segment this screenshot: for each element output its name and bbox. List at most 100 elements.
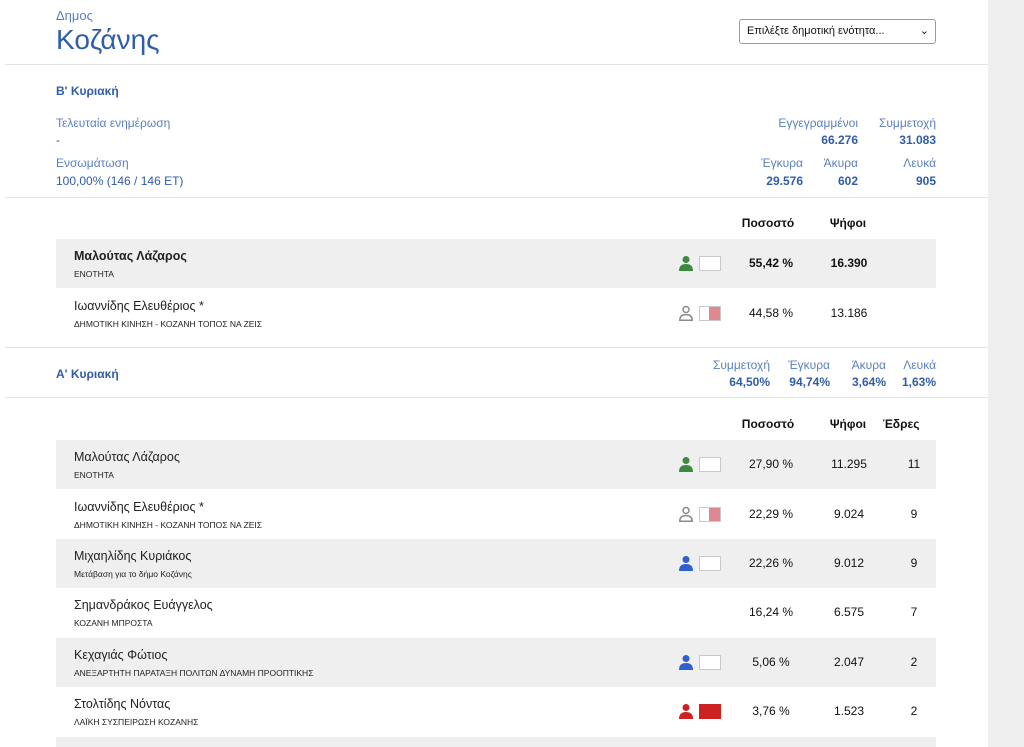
seats-value: 2 <box>910 704 918 718</box>
candidate-name: Σημανδράκος Ευάγγελος <box>74 598 213 612</box>
party-name: ΕΝΟΤΗΤΑ <box>74 269 114 279</box>
person-blue-icon <box>679 556 693 571</box>
party-color-swatch <box>699 655 721 670</box>
turnout-label: Συμμετοχή <box>878 116 936 130</box>
results-page: Δημος Κοζάνης Επιλέξτε δημοτική ενότητα.… <box>0 0 988 747</box>
municipality-label: Δημος <box>56 8 93 23</box>
candidate-name: Μιχαηλίδης Κυριάκος <box>74 549 192 563</box>
turnout-value: 31.083 <box>899 133 936 147</box>
invalid-value: 602 <box>837 174 858 188</box>
candidate-name: Ιωαννίδης Ελευθέριος * <box>74 500 204 514</box>
integration-label: Ενσωμάτωση <box>56 156 129 170</box>
person-outline-icon <box>679 305 693 321</box>
votes-value: 16.390 <box>830 256 868 270</box>
unit-select-value: Επιλέξτε δημοτική ενότητα... <box>747 25 885 37</box>
seats-value: 2 <box>910 655 918 669</box>
a-invalid-value: 3,64% <box>851 375 886 389</box>
scrollbar-track[interactable] <box>988 0 1024 747</box>
integration-value: 100,00% (146 / 146 ΕΤ) <box>56 174 184 188</box>
percent-value: 44,58 % <box>748 306 794 320</box>
candidate-row[interactable]: Στολτίδης Νόντας ΛΑΪΚΗ ΣΥΣΠΕΙΡΩΣΗ ΚΟΖΑΝΗ… <box>56 687 936 736</box>
valid-label: Έγκυρα <box>761 156 803 170</box>
candidate-row[interactable] <box>56 737 936 747</box>
party-name: ΑΝΕΞΑΡΤΗΤΗ ΠΑΡΑΤΑΞΗ ΠΟΛΙΤΩΝ ΔΥΝΑΜΗ ΠΡΟΟΠ… <box>74 668 314 678</box>
candidate-row[interactable]: Ιωαννίδης Ελευθέριος * ΔΗΜΟΤΙΚΗ ΚΙΝΗΣΗ -… <box>56 490 936 539</box>
person-outline-icon <box>679 506 693 522</box>
a-turnout-value: 64,50% <box>729 375 770 389</box>
blank-value: 905 <box>915 174 936 188</box>
divider <box>5 64 988 65</box>
party-color-swatch <box>699 457 721 472</box>
a-col-votes-header: Ψήφοι <box>829 417 867 431</box>
registered-value: 66.276 <box>821 133 858 147</box>
party-name: ΔΗΜΟΤΙΚΗ ΚΙΝΗΣΗ - ΚΟΖΑΝΗ ΤΟΠΟΣ ΝΑ ΖΕΙΣ <box>74 520 263 530</box>
seats-value: 9 <box>910 507 918 521</box>
votes-value: 2.047 <box>833 655 865 669</box>
invalid-label: Άκυρα <box>823 156 858 170</box>
votes-value: 6.575 <box>833 605 865 619</box>
percent-value: 22,26 % <box>748 556 794 570</box>
blank-label: Λευκά <box>903 156 936 170</box>
candidate-name: Κεχαγιάς Φώτιος <box>74 648 168 662</box>
party-color-swatch <box>699 704 721 719</box>
percent-value: 27,90 % <box>748 457 794 471</box>
votes-value: 1.523 <box>833 704 865 718</box>
a-col-percent-header: Ποσοστό <box>741 417 795 431</box>
unit-select[interactable]: Επιλέξτε δημοτική ενότητα... ⌄ <box>739 19 936 44</box>
percent-value: 22,29 % <box>748 507 794 521</box>
percent-value: 5,06 % <box>752 655 790 669</box>
a-turnout-label: Συμμετοχή <box>712 358 770 372</box>
party-color-swatch <box>699 306 721 321</box>
candidate-row[interactable]: Ιωαννίδης Ελευθέριος * ΔΗΜΟΤΙΚΗ ΚΙΝΗΣΗ -… <box>56 289 936 338</box>
party-name: ΕΝΟΤΗΤΑ <box>74 470 114 480</box>
party-color-swatch <box>699 256 721 271</box>
a-blank-value: 1,63% <box>901 375 936 389</box>
percent-value: 16,24 % <box>748 605 794 619</box>
party-name: ΚΟΖΑΝΗ ΜΠΡΟΣΤΑ <box>74 618 153 628</box>
votes-value: 13.186 <box>830 306 868 320</box>
candidate-name: Ιωαννίδης Ελευθέριος * <box>74 299 204 313</box>
party-color-swatch <box>699 556 721 571</box>
votes-value: 11.295 <box>831 457 867 471</box>
a-blank-label: Λευκά <box>903 358 936 372</box>
person-blue-icon <box>679 655 693 670</box>
party-name: Μετάβαση για το δήμο Κοζάνης <box>74 569 192 579</box>
page-title: Κοζάνης <box>56 24 160 55</box>
col-votes-header: Ψήφοι <box>829 216 867 230</box>
person-green-icon <box>679 457 693 472</box>
seats-value: 9 <box>910 556 918 570</box>
divider <box>5 197 988 198</box>
party-name: ΔΗΜΟΤΙΚΗ ΚΙΝΗΣΗ - ΚΟΖΑΝΗ ΤΟΠΟΣ ΝΑ ΖΕΙΣ <box>74 319 263 329</box>
divider <box>5 397 988 398</box>
votes-value: 9.012 <box>833 556 865 570</box>
a-valid-label: Έγκυρα <box>788 358 830 372</box>
percent-value: 3,76 % <box>752 704 790 718</box>
last-update-label: Τελευταία ενημέρωση <box>56 116 171 130</box>
chevron-down-icon: ⌄ <box>919 25 929 37</box>
person-green-icon <box>679 256 693 271</box>
a-invalid-label: Άκυρα <box>851 358 886 372</box>
candidate-row[interactable]: Μιχαηλίδης Κυριάκος Μετάβαση για το δήμο… <box>56 539 936 588</box>
round-b-title: Β' Κυριακή <box>56 84 119 98</box>
votes-value: 9.024 <box>833 507 865 521</box>
candidate-name: Στολτίδης Νόντας <box>74 697 171 711</box>
valid-value: 29.576 <box>766 174 803 188</box>
last-update-value: - <box>56 133 60 147</box>
round-a-title: Α' Κυριακή <box>56 367 119 381</box>
party-color-swatch <box>699 507 721 522</box>
party-name: ΛΑΪΚΗ ΣΥΣΠΕΙΡΩΣΗ ΚΟΖΑΝΗΣ <box>74 717 199 727</box>
candidate-name: Μαλούτας Λάζαρος <box>74 249 187 263</box>
col-percent-header: Ποσοστό <box>741 216 795 230</box>
candidate-row[interactable]: Μαλούτας Λάζαρος ΕΝΟΤΗΤΑ 55,42 % 16.390 <box>56 239 936 288</box>
percent-value: 55,42 % <box>748 256 794 270</box>
candidate-name: Μαλούτας Λάζαρος <box>74 450 180 464</box>
candidate-row[interactable]: Σημανδράκος Ευάγγελος ΚΟΖΑΝΗ ΜΠΡΟΣΤΑ 16,… <box>56 588 936 637</box>
candidate-row[interactable]: Μαλούτας Λάζαρος ΕΝΟΤΗΤΑ 27,90 % 11.295 … <box>56 440 936 489</box>
registered-label: Εγγεγραμμένοι <box>778 116 858 130</box>
divider <box>5 347 988 348</box>
seats-value: 7 <box>910 605 918 619</box>
person-red-icon <box>679 704 693 719</box>
seats-value: 11 <box>907 457 921 471</box>
candidate-row[interactable]: Κεχαγιάς Φώτιος ΑΝΕΞΑΡΤΗΤΗ ΠΑΡΑΤΑΞΗ ΠΟΛΙ… <box>56 638 936 687</box>
a-col-seats-header: Έδρες <box>882 417 920 431</box>
